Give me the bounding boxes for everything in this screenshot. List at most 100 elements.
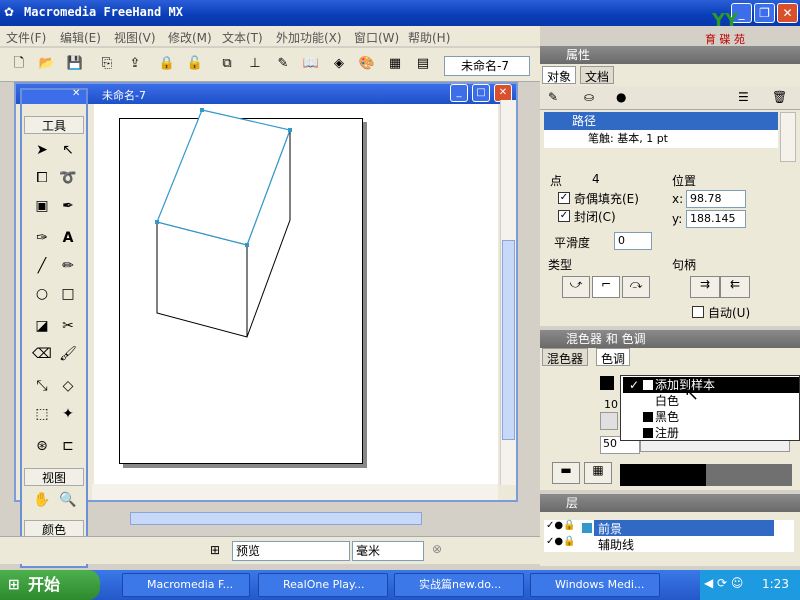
status-bar: ⊞ 预览 毫米 ⊗ — [0, 536, 540, 564]
path-item[interactable]: 路径 — [544, 112, 778, 130]
curve-point-button[interactable]: ⤻ — [562, 276, 590, 298]
brush-tool-icon[interactable]: 🖌 — [56, 342, 80, 366]
line-tool-icon[interactable]: ╱ — [30, 254, 54, 278]
layer-name: 前景 — [594, 520, 774, 537]
tray-icons[interactable]: ◀ ⟳ ☺ — [704, 576, 743, 590]
selection-handle[interactable] — [288, 128, 292, 132]
evenodd-checkbox[interactable]: ✓ — [558, 192, 570, 204]
layers-panel: 层 ✓●🔒 前景 ✓●🔒 辅助线 — [540, 494, 800, 566]
vertical-scrollbar[interactable] — [500, 100, 516, 485]
units-select[interactable]: 毫米 — [352, 541, 424, 561]
start-button[interactable]: ⊞ 开始 — [0, 570, 100, 600]
flatness-field[interactable]: 0 — [614, 232, 652, 250]
knife-tool-icon[interactable]: ✂ — [56, 314, 80, 338]
properties-title: 属性 — [566, 48, 591, 62]
corner-point-button[interactable]: ⌐ — [592, 276, 620, 298]
eyedropper-tool-icon[interactable]: ✒ — [56, 194, 80, 218]
freeform-tool-icon[interactable]: ◪ — [30, 314, 54, 338]
black-swatch-icon — [643, 412, 653, 422]
tab-object[interactable]: 对象 — [542, 66, 577, 84]
visible-check-icon[interactable]: ✓●🔒 — [546, 520, 576, 531]
units-value: 毫米 — [356, 544, 381, 558]
menu-add-to-swatches[interactable]: ✓ 添加到样本 — [623, 377, 799, 393]
pencil-tool-icon[interactable]: ✏ — [56, 254, 80, 278]
blend-tool-icon[interactable]: ⬚ — [30, 402, 54, 426]
swatch-icon — [643, 380, 653, 390]
scroll-thumb-h[interactable] — [130, 512, 422, 525]
tab-document[interactable]: 文档 — [580, 66, 615, 84]
closed-checkbox[interactable]: ✓ — [558, 210, 570, 222]
y-field[interactable]: 188.145 — [686, 210, 746, 228]
layer-row-foreground[interactable]: ✓●🔒 前景 — [544, 520, 794, 537]
x-field[interactable]: 98.78 — [686, 190, 746, 208]
paint-tool-icon[interactable]: ✦ — [56, 402, 80, 426]
properties-header[interactable]: 属性 — [540, 46, 800, 64]
view-mode-value: 预览 — [236, 544, 261, 558]
selection-handle[interactable] — [245, 243, 249, 247]
windows-logo-icon: ⊞ — [8, 577, 20, 593]
zoom-tool-icon[interactable]: 🔍 — [56, 488, 80, 512]
tools-close-icon[interactable]: ✕ — [72, 88, 80, 99]
trash-icon[interactable]: 🗑 — [772, 90, 787, 104]
task-realone[interactable]: RealOne Play... — [258, 573, 388, 597]
swatch-grid-button[interactable]: ▦ — [584, 462, 612, 484]
add-effect-icon[interactable]: ● — [616, 90, 626, 104]
connector-point-button[interactable]: ⤼ — [622, 276, 650, 298]
add-page-icon[interactable]: ⊞ — [210, 543, 220, 557]
eraser-tool-icon[interactable]: ⌫ — [30, 342, 54, 366]
menu-black[interactable]: 黑色 — [623, 409, 799, 425]
page-tool-icon[interactable]: ⧠ — [30, 166, 54, 190]
color-well[interactable] — [620, 464, 792, 486]
trace-tool-icon[interactable]: ▣ — [30, 194, 54, 218]
skew-tool-icon[interactable]: ◇ — [56, 374, 80, 398]
selection-handle[interactable] — [200, 108, 204, 112]
flatness-label: 平滑度 — [554, 236, 591, 250]
properties-list-scrollbar[interactable] — [780, 112, 796, 162]
rectangle-tool-icon[interactable]: □ — [56, 282, 80, 306]
retract-in-handle-button[interactable]: ⇉ — [690, 276, 720, 298]
stroke-item[interactable]: 笔触: 基本, 1 pt — [544, 130, 778, 148]
layer-row-guides[interactable]: ✓●🔒 辅助线 — [544, 536, 794, 552]
menu-black-label: 黑色 — [655, 410, 680, 424]
add-to-swatches-button[interactable]: ▬ — [552, 462, 580, 484]
layers-header[interactable]: 层 — [540, 494, 800, 512]
path-item-label: 路径 — [572, 114, 597, 128]
hand-tool-icon[interactable]: ✋ — [30, 488, 54, 512]
tint-value-10: 10 — [604, 398, 618, 411]
pointer-tool-icon[interactable]: ➤ — [30, 138, 54, 162]
horizontal-scrollbar[interactable] — [92, 484, 498, 525]
retract-out-handle-button[interactable]: ⇇ — [720, 276, 750, 298]
scale-tool-icon[interactable]: ⤡ — [30, 374, 54, 398]
view-header: 视图 — [24, 468, 84, 486]
menu-white[interactable]: 白色 — [623, 393, 799, 409]
task-word-doc[interactable]: 实战篇new.do... — [394, 573, 524, 597]
tab-tint[interactable]: 色调 — [596, 348, 631, 366]
pen-tool-icon[interactable]: ✑ — [30, 226, 54, 250]
mixer-header[interactable]: 混色器 和 色调 — [540, 330, 800, 348]
task-freehand[interactable]: Macromedia F... — [122, 573, 250, 597]
x-label: x: — [672, 192, 684, 206]
tab-mixer[interactable]: 混色器 — [542, 348, 589, 366]
link-tool-icon[interactable]: ⊛ — [30, 434, 54, 458]
ellipse-tool-icon[interactable]: ○ — [30, 282, 54, 306]
view-mode-select[interactable]: 预览 — [232, 541, 350, 561]
close-button[interactable]: ✕ — [777, 3, 798, 23]
text-tool-icon[interactable]: A — [56, 226, 80, 250]
auto-checkbox[interactable] — [692, 306, 704, 318]
add-stroke-icon[interactable]: ✎ — [548, 90, 558, 104]
connector-tool-icon[interactable]: ⊏ — [56, 434, 80, 458]
task-windows-media[interactable]: Windows Medi... — [530, 573, 660, 597]
add-fill-icon[interactable]: ⛀ — [584, 90, 594, 104]
menu-registration[interactable]: 注册 — [623, 425, 799, 441]
start-label: 开始 — [28, 575, 61, 594]
cancel-icon[interactable]: ⊗ — [432, 542, 442, 556]
visible-check-icon[interactable]: ✓●🔒 — [546, 536, 576, 547]
subselect-tool-icon[interactable]: ↖ — [56, 138, 80, 162]
base-color-swatch[interactable] — [600, 376, 614, 390]
tint-swatch[interactable] — [600, 412, 618, 430]
options-icon[interactable]: ☰ — [738, 90, 749, 104]
scroll-thumb[interactable] — [502, 240, 515, 440]
lasso-tool-icon[interactable]: ➰ — [56, 166, 80, 190]
evenodd-label: 奇偶填充(E) — [574, 192, 639, 206]
selection-handle[interactable] — [155, 220, 159, 224]
